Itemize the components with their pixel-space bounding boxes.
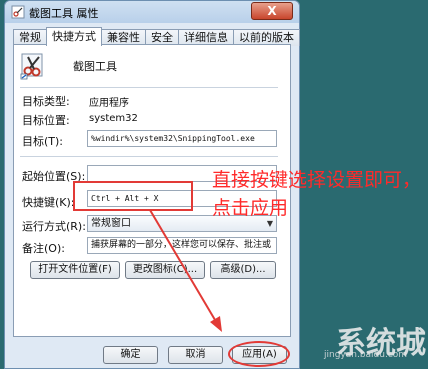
cancel-button[interactable]: 取消 xyxy=(168,346,223,364)
comment-label: 备注(O): xyxy=(22,242,65,255)
open-file-location-button[interactable]: 打开文件位置(F) xyxy=(30,261,120,279)
window-title: 截图工具 属性 xyxy=(29,7,99,20)
tab-shortcut[interactable]: 快捷方式 xyxy=(46,27,102,46)
hotkey-label: 快捷键(K): xyxy=(22,196,75,209)
run-select-value: 常规窗口 xyxy=(91,218,131,229)
annotation-text: 直接按键选择设置即可，点击应用 xyxy=(212,169,422,219)
close-button[interactable]: X xyxy=(251,2,293,20)
target-location-label: 目标位置: xyxy=(22,114,70,127)
change-icon-button[interactable]: 更改图标(C)... xyxy=(125,261,205,279)
divider xyxy=(20,87,278,88)
target-input[interactable]: %windir%\system32\SnippingTool.exe xyxy=(87,130,277,147)
apply-highlight-oval xyxy=(228,341,290,367)
divider xyxy=(20,156,278,157)
advanced-button[interactable]: 高级(D)... xyxy=(210,261,276,279)
target-location-value: system32 xyxy=(89,113,138,124)
watermark-url: jingyan.baidu.com xyxy=(324,350,408,360)
title-bar: 截图工具 属性 X xyxy=(5,1,299,23)
target-type-value: 应用程序 xyxy=(89,98,129,109)
hotkey-highlight-box xyxy=(73,181,193,211)
shortcut-name: 截图工具 xyxy=(73,60,117,73)
snipping-tool-icon xyxy=(11,5,25,19)
comment-input[interactable]: 捕获屏幕的一部分，这样您可以保存、批注或 xyxy=(87,237,277,254)
scissors-icon xyxy=(20,53,43,80)
target-label: 目标(T): xyxy=(22,135,64,148)
run-label: 运行方式(R): xyxy=(22,220,86,233)
tab-strip: 常规 快捷方式 兼容性 安全 详细信息 以前的版本 xyxy=(13,27,300,46)
ok-button[interactable]: 确定 xyxy=(103,346,158,364)
target-type-label: 目标类型: xyxy=(22,95,70,108)
